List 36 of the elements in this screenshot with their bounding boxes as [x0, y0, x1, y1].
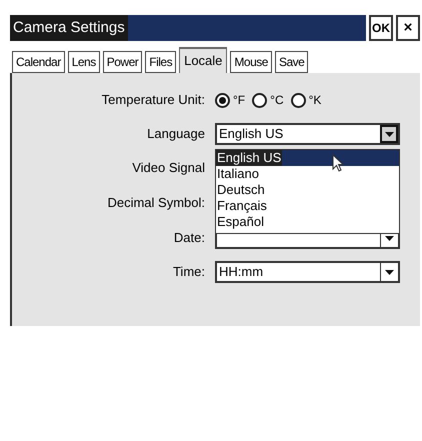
dropdown-arrow-icon	[384, 132, 394, 136]
tab[interactable]: Mouse	[230, 51, 272, 73]
tab[interactable]: Power	[102, 51, 142, 73]
tab[interactable]: Lens	[68, 51, 100, 73]
dropdown-arrow-icon	[385, 236, 394, 240]
dropdown-value: HH:mm	[219, 263, 264, 282]
radio-button[interactable]	[290, 92, 306, 108]
radio-button[interactable]	[252, 92, 268, 108]
dropdown-option[interactable]: Deutsch	[216, 182, 399, 198]
dropdown-option[interactable]: Italiano	[216, 166, 399, 182]
dropdown-option[interactable]: Français	[216, 198, 399, 214]
dropdown-field[interactable]: English US	[215, 123, 400, 145]
ok-button[interactable]: OK	[369, 15, 393, 41]
tab[interactable]: Locale	[179, 47, 228, 73]
dropdown-field[interactable]: HH:mm	[215, 261, 400, 283]
radio-label: °K	[308, 92, 322, 109]
mouse-pointer-icon	[332, 154, 344, 172]
field-label: Temperature Unit:	[100, 91, 206, 110]
radio-label: °C	[270, 92, 284, 109]
radio-label: °F	[233, 92, 246, 109]
dropdown-button[interactable]	[380, 125, 398, 143]
close-button[interactable]: ×	[396, 15, 420, 41]
tab[interactable]: Save	[274, 51, 308, 73]
field-label: Time:	[172, 263, 206, 282]
tab[interactable]: Calendar	[12, 51, 65, 73]
dropdown-arrow-icon	[385, 270, 394, 274]
dropdown-value: English US	[219, 125, 284, 144]
dropdown-option[interactable]: English US	[216, 150, 399, 166]
window-title: Camera Settings	[10, 15, 128, 41]
field-label: Video Signal	[131, 159, 206, 178]
dropdown-option[interactable]: Español	[216, 214, 399, 230]
field-label: Date:	[172, 229, 206, 248]
field-label: Decimal Symbol:	[106, 194, 206, 212]
field-label: Language	[146, 125, 206, 144]
radio-button[interactable]	[215, 92, 230, 108]
tab[interactable]: Files	[145, 51, 176, 73]
